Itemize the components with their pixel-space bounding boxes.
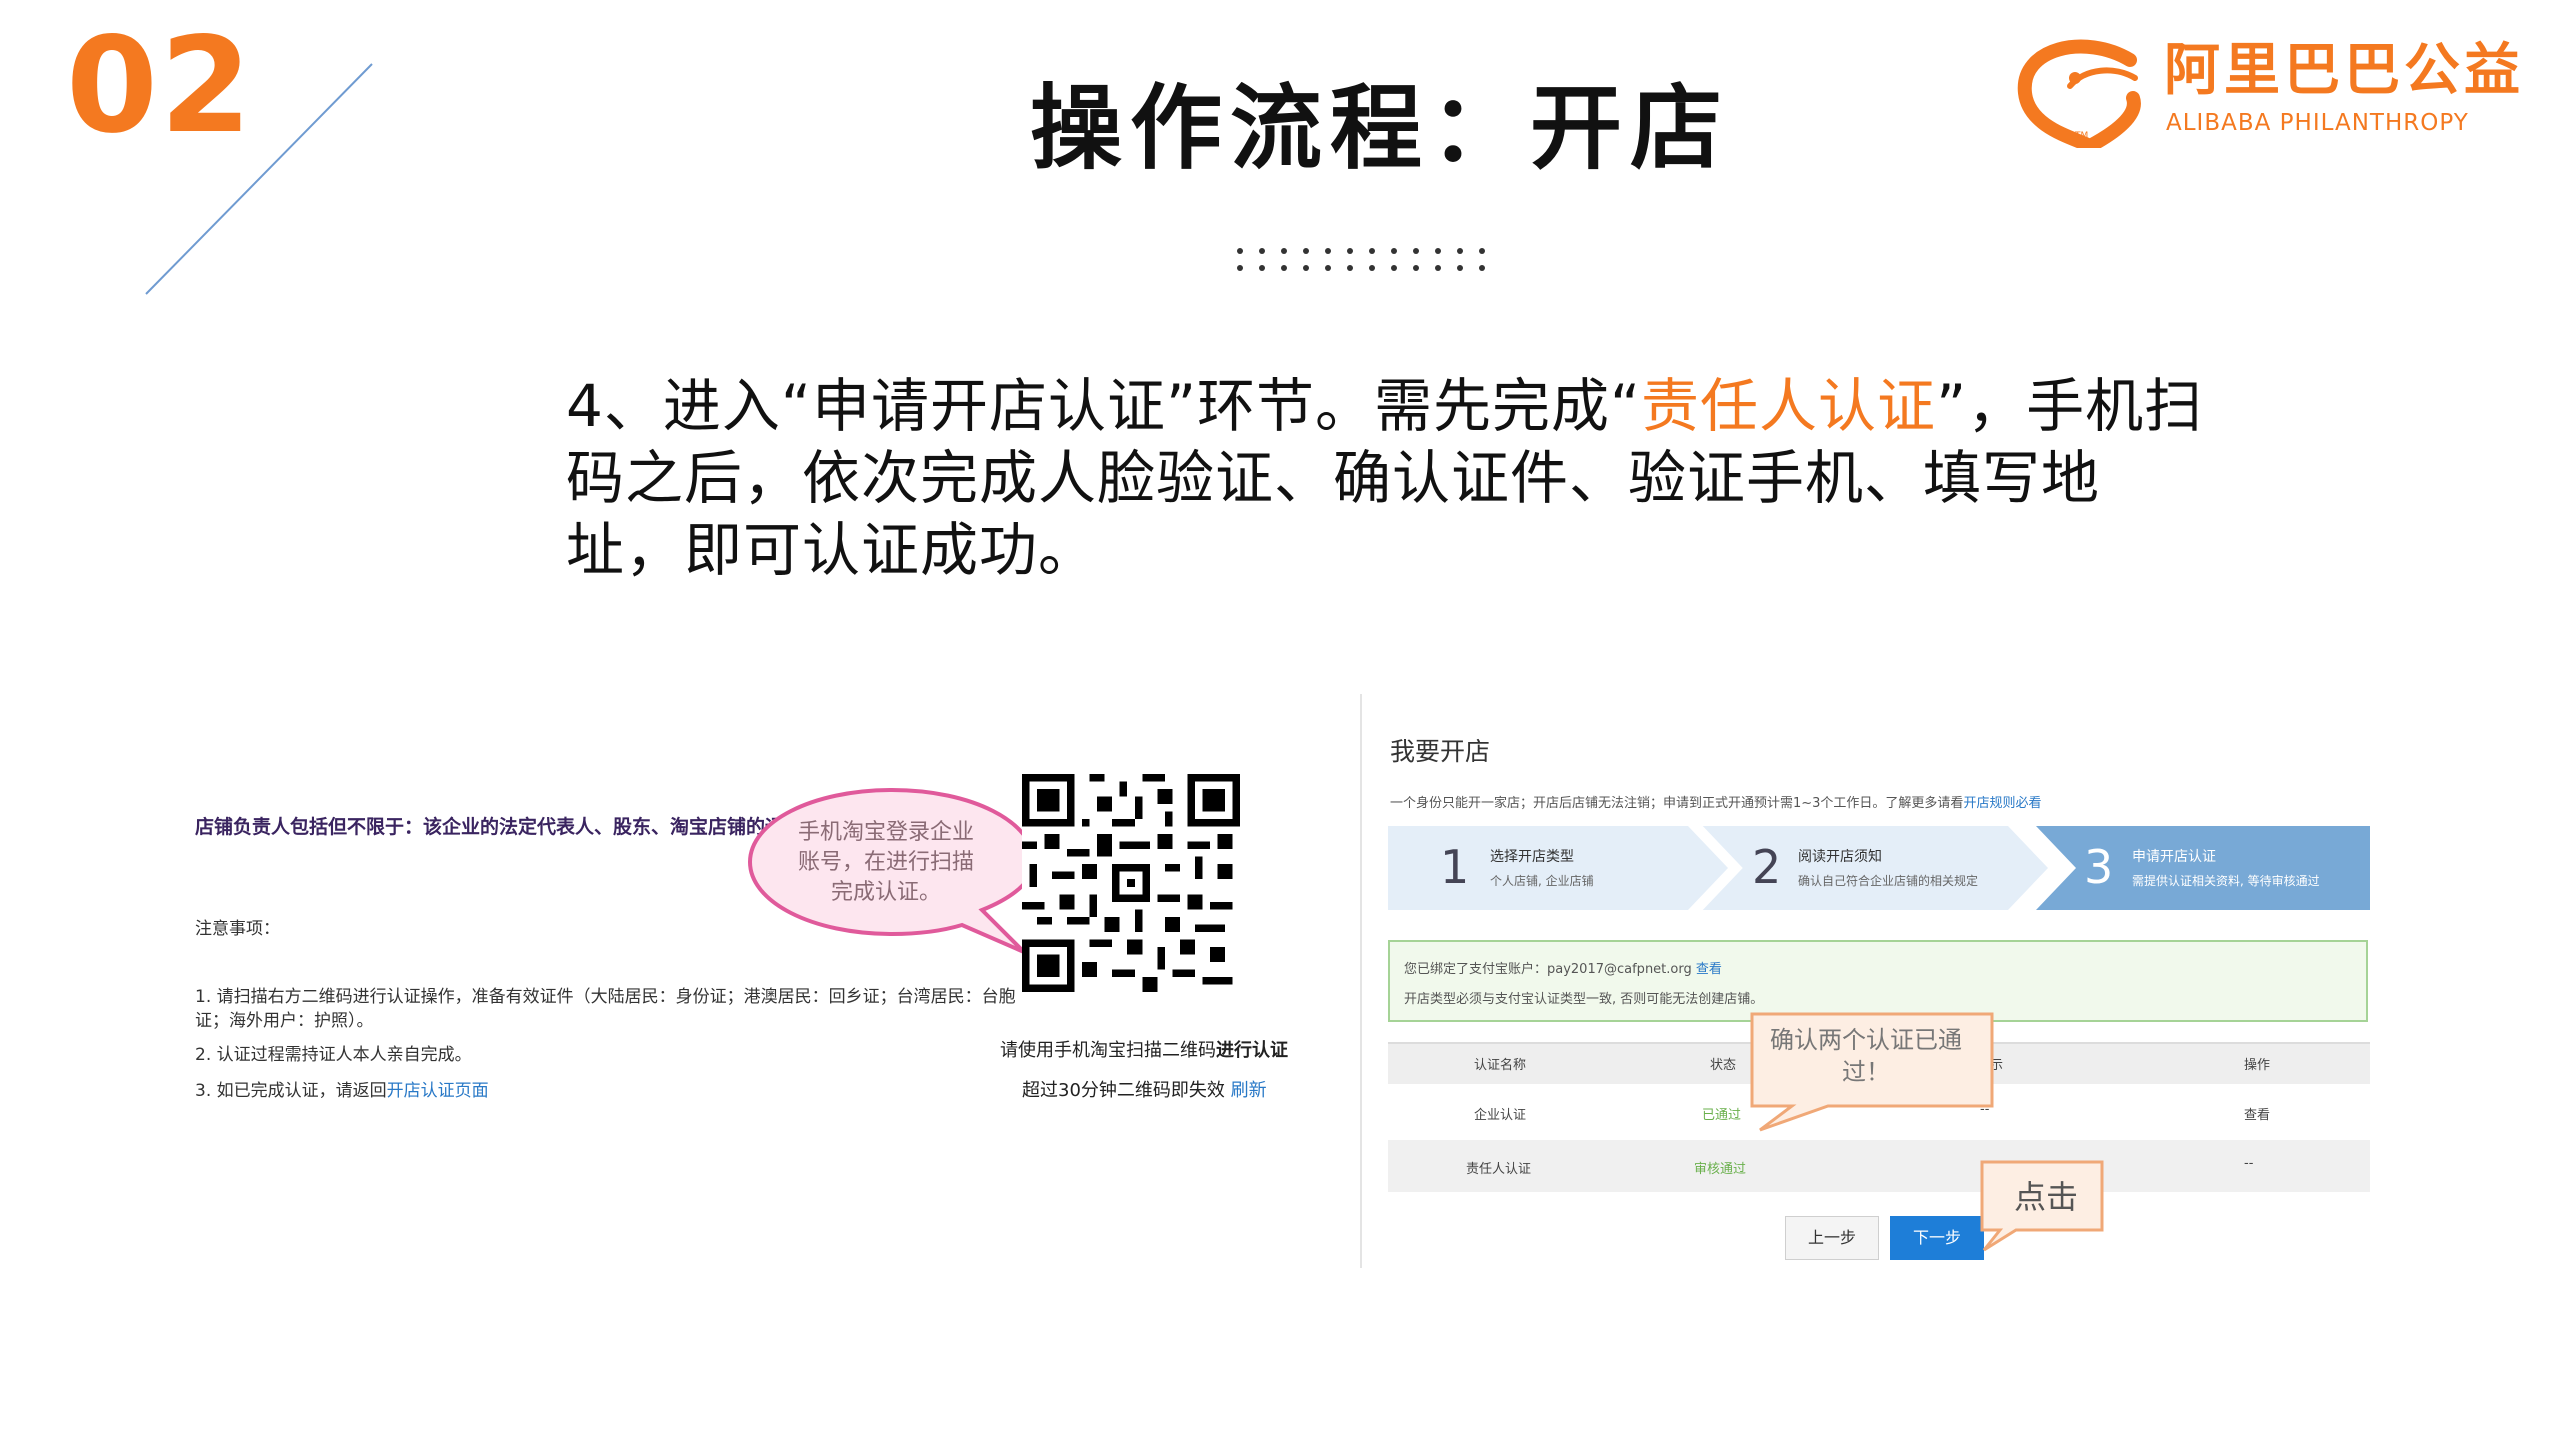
instruction-highlight: 责任人认证 <box>1641 372 1937 440</box>
refresh-link[interactable]: 刷新 <box>1231 1080 1267 1101</box>
page-title: 操作流程：开店 <box>1030 75 1731 182</box>
logo-tm: TM <box>2074 131 2088 141</box>
decorative-dots <box>1237 248 1485 271</box>
step-title: 申请开店认证 <box>2132 849 2216 865</box>
callout-click-text: 点击 <box>2013 1178 2078 1216</box>
column-header-status: 状态 <box>1710 1058 1737 1073</box>
alipay-account-line: 您已绑定了支付宝账户：pay2017@cafpnet.org 查看 <box>1404 958 1722 977</box>
auth-status-enterprise: 已通过 <box>1702 1108 1742 1123</box>
step-title: 选择开店类型 <box>1490 849 1574 865</box>
column-header-name: 认证名称 <box>1474 1058 1527 1073</box>
alipay-account-text: 您已绑定了支付宝账户：pay2017@cafpnet.org <box>1404 962 1692 977</box>
column-header-action: 操作 <box>2244 1058 2271 1073</box>
auth-status-responsible: 审核通过 <box>1694 1162 1747 1177</box>
step-subtitle: 个人店铺, 企业店铺 <box>1490 874 1594 888</box>
note-3: 3. 如已完成认证，请返回开店认证页面 <box>195 1080 489 1102</box>
step-number: 1 <box>1440 840 1470 894</box>
qr-expire-note: 超过30分钟二维码即失效 刷新 <box>1022 1076 1267 1102</box>
step-subtitle: 确认自己符合企业店铺的相关规定 <box>1798 874 1979 888</box>
open-shop-desc-text: 一个身份只能开一家店；开店后店铺无法注销；申请到正式开通预计需1~3个工作日。了… <box>1390 796 1964 811</box>
step-apply-auth: 3 申请开店认证 需提供认证相关资料, 等待审核通过 <box>2036 826 2370 910</box>
table-row <box>1388 1140 2370 1192</box>
step-number: 3 <box>2084 840 2114 894</box>
logo-english-text: ALIBABA PHILANTHROPY <box>2166 110 2469 136</box>
open-shop-description: 一个身份只能开一家店；开店后店铺无法注销；申请到正式开通预计需1~3个工作日。了… <box>1390 792 2041 811</box>
step-read-notice: 2 阅读开店须知 确认自己符合企业店铺的相关规定 <box>1700 826 2048 910</box>
auth-action-responsible: -- <box>2244 1156 2254 1171</box>
bubble-pink-text: 手机淘宝登录企业账号，在进行扫描完成认证。 <box>797 820 974 905</box>
note-3-text: 3. 如已完成认证，请返回 <box>195 1081 387 1101</box>
step-select-type: 1 选择开店类型 个人店铺, 企业店铺 <box>1388 826 1728 910</box>
view-account-link[interactable]: 查看 <box>1696 962 1722 977</box>
shop-auth-page-link[interactable]: 开店认证页面 <box>387 1081 489 1101</box>
qr-code-icon <box>1022 774 1240 992</box>
note-1-line-1: 1. 请扫描右方二维码进行认证操作，准备有效证件（大陆居民：身份证；港澳居民：回… <box>195 987 1016 1007</box>
step-title: 阅读开店须知 <box>1798 849 1882 865</box>
qr-caption-bold: 进行认证 <box>1216 1040 1288 1061</box>
next-step-button[interactable]: 下一步 <box>1890 1216 1984 1260</box>
note-2: 2. 认证过程需持证人本人亲自完成。 <box>195 1045 472 1065</box>
step-subtitle: 需提供认证相关资料, 等待审核通过 <box>2132 874 2320 888</box>
view-enterprise-auth-link[interactable]: 查看 <box>2244 1104 2270 1123</box>
auth-name-enterprise: 企业认证 <box>1474 1108 1527 1123</box>
shop-type-warning: 开店类型必须与支付宝认证类型一致, 否则可能无法创建店铺。 <box>1404 992 1764 1007</box>
open-shop-title: 我要开店 <box>1390 737 1491 766</box>
panel-divider <box>1360 694 1362 1268</box>
instruction-part1: 4、进入“申请开店认证”环节。需先完成“ <box>566 372 1642 440</box>
decorative-diagonal-line <box>145 63 373 295</box>
prev-step-button[interactable]: 上一步 <box>1785 1216 1879 1260</box>
notes-title: 注意事项： <box>195 919 280 939</box>
note-1-line-2: 证；海外用户：护照）。 <box>195 1011 374 1031</box>
qr-expire-text: 超过30分钟二维码即失效 <box>1022 1080 1225 1101</box>
shop-rules-link[interactable]: 开店规则必看 <box>1963 796 2041 811</box>
logo-chinese-text: 阿里巴巴公益 <box>2164 38 2524 103</box>
instruction-paragraph: 4、进入“申请开店认证”环节。需先完成“责任人认证”，手机扫码之后，依次完成人脸… <box>566 370 2216 586</box>
step-number: 2 <box>1752 840 1782 894</box>
qr-caption: 请使用手机淘宝扫描二维码进行认证 <box>1000 1036 1288 1062</box>
callout-confirm-text: 确认两个认证已通过！ <box>1770 1026 1962 1086</box>
auth-name-responsible: 责任人认证 <box>1466 1162 1532 1177</box>
qr-caption-text: 请使用手机淘宝扫描二维码 <box>1000 1040 1216 1061</box>
